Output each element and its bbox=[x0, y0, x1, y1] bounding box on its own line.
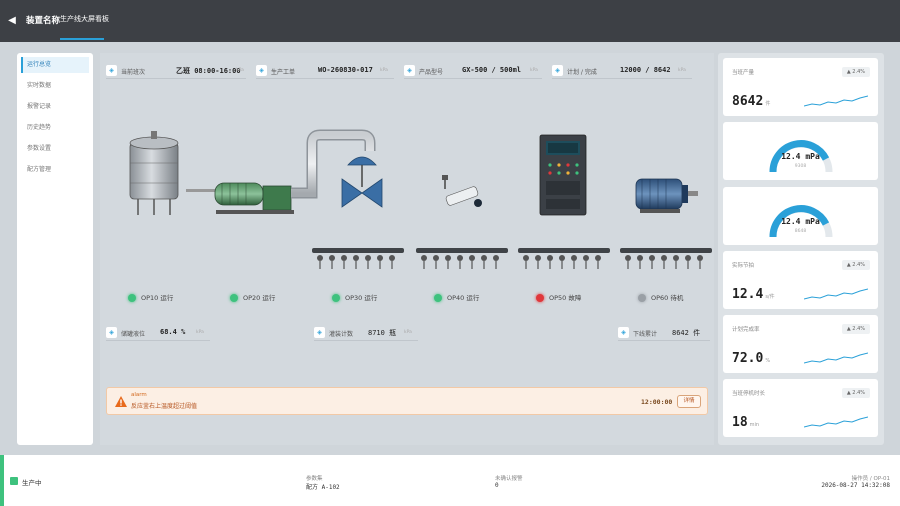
info-icon: ◈ bbox=[314, 327, 325, 338]
conveyor-1-icon bbox=[312, 248, 404, 269]
info-icon: ◈ bbox=[106, 327, 117, 338]
status-indicator-icon bbox=[230, 294, 238, 302]
info-icon: ◈ bbox=[106, 65, 117, 76]
status-indicator-icon bbox=[536, 294, 544, 302]
tab-dashboard[interactable]: 生产线大屏看板 bbox=[60, 14, 109, 24]
station-op10[interactable]: OP10 运行 bbox=[128, 292, 173, 302]
main-panel: ◈ 当前班次 乙班 08:00-16:00 kPa ◈ 生产工单 WO-2608… bbox=[100, 53, 714, 445]
station-op20[interactable]: OP20 运行 bbox=[230, 292, 275, 302]
alarm-message: 反应釜右上温度超过阈值 bbox=[131, 403, 198, 410]
info-icon: ◈ bbox=[618, 327, 629, 338]
status-bar: 生产中 参数集 配方 A-102 未确认报警 0 操作员 / OP-01 202… bbox=[0, 455, 900, 506]
warning-icon bbox=[115, 396, 127, 407]
info-work-order: ◈ 生产工单 WO-260830-017 kPa bbox=[256, 61, 394, 79]
sidebar-item-params[interactable]: 参数设置 bbox=[21, 141, 89, 157]
station-op50[interactable]: OP50 故障 bbox=[536, 292, 581, 302]
gauge-value: 12.4 mPa bbox=[781, 152, 820, 161]
info-icon: ◈ bbox=[256, 65, 267, 76]
station-op30[interactable]: OP30 运行 bbox=[332, 292, 377, 302]
sidebar-item-overview[interactable]: 运行总览 bbox=[21, 57, 89, 73]
sidebar-item-alarms[interactable]: 报警记录 bbox=[21, 99, 89, 115]
kpi-panel: 当班产量 ▲ 2.4% 8642 件 12.4 mPa 9308 12.4 mPa… bbox=[718, 53, 884, 445]
status-indicator-icon bbox=[10, 477, 18, 485]
recipe-value: 配方 A-102 bbox=[306, 484, 340, 491]
info-fill-count: ◈ 灌装计数 8710 瓶 kPa bbox=[314, 323, 418, 341]
info-plan-complete: ◈ 计划 / 完成 12000 / 8642 kPa bbox=[552, 61, 692, 79]
sensor-camera-icon bbox=[442, 175, 482, 207]
status-indicator-icon bbox=[638, 294, 646, 302]
conveyor-2-icon bbox=[416, 248, 508, 269]
control-cabinet-icon bbox=[539, 134, 587, 216]
status-indicator-icon bbox=[434, 294, 442, 302]
info-product-model: ◈ 产品型号 GX-500 / 500ml kPa bbox=[404, 61, 542, 79]
unacked-alarm-label: 未确认报警 bbox=[495, 476, 523, 482]
info-output-total: ◈ 下线累计 8642 件 bbox=[618, 323, 710, 341]
sidebar-item-recipe[interactable]: 配方管理 bbox=[21, 162, 89, 178]
production-status: 生产中 bbox=[22, 479, 42, 487]
trend-badge: ▲ 2.4% bbox=[841, 67, 870, 77]
gauge-value: 12.4 mPa bbox=[781, 217, 820, 226]
sidebar: 运行总览 实时数据 报警记录 历史趋势 参数设置 配方管理 bbox=[17, 53, 93, 445]
station-op40[interactable]: OP40 运行 bbox=[434, 292, 479, 302]
gauge-subtext: 9308 bbox=[794, 164, 807, 169]
trend-badge: ▲ 2.4% bbox=[841, 388, 870, 398]
valve-icon bbox=[341, 156, 383, 208]
chevron-left-icon: ◀ bbox=[8, 15, 16, 26]
conveyor-3-icon bbox=[518, 248, 610, 269]
trend-badge: ▲ 2.4% bbox=[841, 324, 870, 334]
alarm-title: alarm bbox=[131, 392, 147, 398]
info-icon: ◈ bbox=[552, 65, 563, 76]
kpi-card-downtime[interactable]: 当班停机时长 ▲ 2.4% 18 min bbox=[723, 379, 878, 437]
sparkline-chart bbox=[804, 288, 868, 300]
kpi-card-output[interactable]: 当班产量 ▲ 2.4% 8642 件 bbox=[723, 58, 878, 116]
sidebar-item-history[interactable]: 历史趋势 bbox=[21, 120, 89, 136]
pump-icon bbox=[186, 182, 294, 214]
status-indicator-icon bbox=[332, 294, 340, 302]
unacked-alarm-count: 0 bbox=[495, 482, 499, 489]
datetime: 2026-08-27 14:32:08 bbox=[821, 482, 890, 489]
station-op60[interactable]: OP60 待机 bbox=[638, 292, 683, 302]
top-bar: ◀ 装置名称 生产线大屏看板 bbox=[0, 0, 900, 42]
conveyor-4-icon bbox=[620, 248, 712, 269]
gauge-card-2[interactable]: 12.4 mPa 8648 bbox=[723, 187, 878, 245]
operator-label: 操作员 / OP-01 bbox=[851, 476, 890, 482]
pressure-gauge bbox=[769, 205, 833, 238]
status-indicator-icon bbox=[128, 294, 136, 302]
storage-tank-icon bbox=[129, 131, 179, 215]
sparkline-chart bbox=[804, 95, 868, 107]
info-icon: ◈ bbox=[404, 65, 415, 76]
pressure-gauge bbox=[769, 140, 833, 173]
kpi-card-cycle-time[interactable]: 实际节拍 ▲ 2.4% 12.4 s/件 bbox=[723, 251, 878, 309]
info-shift: ◈ 当前班次 乙班 08:00-16:00 kPa bbox=[106, 61, 246, 79]
info-tank-level: ◈ 储罐液位 68.4 % kPa bbox=[106, 323, 210, 341]
trend-badge: ▲ 2.4% bbox=[841, 260, 870, 270]
alarm-time: 12:00:00 bbox=[641, 398, 673, 406]
back-button[interactable]: ◀ bbox=[6, 13, 18, 29]
gauge-subtext: 8648 bbox=[794, 229, 807, 234]
recipe-label: 参数集 bbox=[306, 476, 323, 482]
alarm-banner: alarm 反应釜右上温度超过阈值 12:00:00 详情 bbox=[106, 387, 708, 415]
tab-active-indicator bbox=[60, 38, 104, 40]
sparkline-chart bbox=[804, 416, 868, 428]
sparkline-chart bbox=[804, 352, 868, 364]
motor-icon bbox=[635, 178, 698, 213]
alarm-details-button[interactable]: 详情 bbox=[677, 395, 701, 408]
status-accent bbox=[0, 455, 4, 506]
gauge-card-1[interactable]: 12.4 mPa 9308 bbox=[723, 122, 878, 180]
production-line-diagram bbox=[129, 129, 712, 269]
app-name: 装置名称 bbox=[26, 16, 61, 26]
kpi-card-plan-rate[interactable]: 计划完成率 ▲ 2.4% 72.0% bbox=[723, 315, 878, 373]
sidebar-item-realtime[interactable]: 实时数据 bbox=[21, 78, 89, 94]
